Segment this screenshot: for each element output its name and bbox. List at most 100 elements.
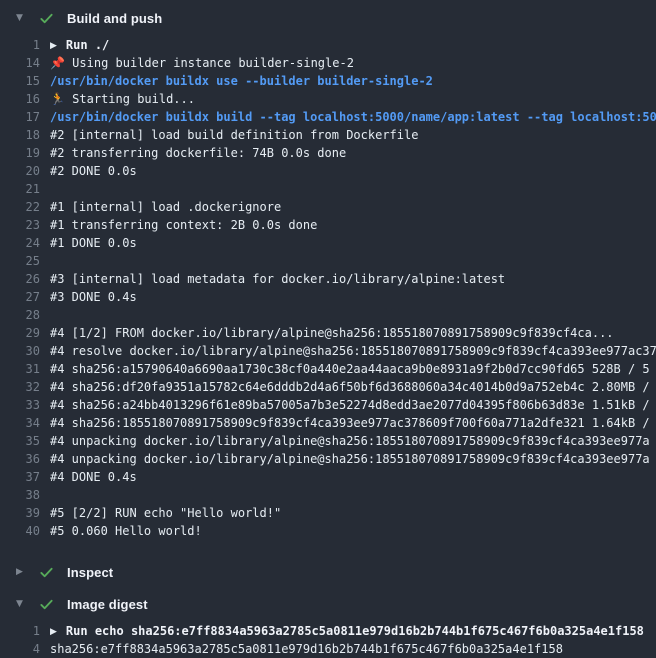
log-text: ▶ Run ./ [50,36,109,54]
log-line: 38 [0,486,656,504]
log-line: 28 [0,306,656,324]
log-line: 21 [0,180,656,198]
line-number-link[interactable]: 23 [0,216,40,234]
log-text: #3 DONE 0.4s [50,288,137,306]
chevron-right-icon[interactable]: ▶ [16,567,26,577]
section-gap [0,550,656,562]
line-number-link[interactable]: 34 [0,414,40,432]
log-line: 25 [0,252,656,270]
log-line: 33 #4 sha256:a24bb4013296f61e89ba57005a7b… [0,396,656,414]
section-header-inspect[interactable]: ▶Inspect [0,562,656,582]
log-line: 4 sha256:e7ff8834a5963a2785c5a0811e979d16… [0,640,656,658]
log-lines-build-and-push: 1 ▶ Run ./ 14 📌 Using builder instance build… [0,36,656,540]
log-line: 36 #4 unpacking docker.io/library/alpine@… [0,450,656,468]
line-number-link[interactable]: 1 [0,36,40,54]
log-text: #2 [internal] load build definition from… [50,126,418,144]
line-number-link[interactable]: 20 [0,162,40,180]
line-number-link[interactable]: 21 [0,180,40,198]
log-lines-image-digest: 1 ▶ Run echo sha256:e7ff8834a5963a2785c5a0… [0,622,656,658]
log-text: #4 sha256:a15790640a6690aa1730c38cf0a440… [50,360,650,378]
log-text: #5 0.060 Hello world! [50,522,202,540]
log-line: 34 #4 sha256:185518070891758909c9f839cf4c… [0,414,656,432]
section-title: Image digest [67,597,148,612]
log-line: 22 #1 [internal] load .dockerignore [0,198,656,216]
log-text: Run echo sha256:e7ff8834a5963a2785c5a081… [66,624,644,638]
line-number-link[interactable]: 28 [0,306,40,324]
log-command-text: /usr/bin/docker buildx build --tag local… [50,108,656,126]
line-number-link[interactable]: 19 [0,144,40,162]
log-text: 📌 Using builder instance builder-single-… [50,54,354,72]
line-number-link[interactable]: 35 [0,432,40,450]
line-number-link[interactable]: 16 [0,90,40,108]
line-number-link[interactable]: 40 [0,522,40,540]
log-text: #4 sha256:185518070891758909c9f839cf4ca3… [50,414,650,432]
line-number-link[interactable]: 33 [0,396,40,414]
log-line: 23 #1 transferring context: 2B 0.0s done [0,216,656,234]
log-text: #1 transferring context: 2B 0.0s done [50,216,317,234]
success-check-icon [39,565,54,580]
log-line: 17/usr/bin/docker buildx build --tag loc… [0,108,656,126]
log-line: 32 #4 sha256:df20fa9351a15782c64e6dddb2d4… [0,378,656,396]
group-toggle-icon[interactable]: ▶ [50,37,57,54]
log-line: 26 #3 [internal] load metadata for docker… [0,270,656,288]
log-line: 31 #4 sha256:a15790640a6690aa1730c38cf0a4… [0,360,656,378]
line-number-link[interactable]: 38 [0,486,40,504]
line-number-link[interactable]: 31 [0,360,40,378]
group-toggle-icon[interactable]: ▶ [50,623,57,640]
line-number-link[interactable]: 17 [0,108,40,126]
log-line: 40 #5 0.060 Hello world! [0,522,656,540]
log-text: #4 unpacking docker.io/library/alpine@sh… [50,432,650,450]
line-number-link[interactable]: 4 [0,640,40,658]
line-number-link[interactable]: 25 [0,252,40,270]
actions-log-viewer: ▼Build and push1▶Run ./14📌 Using builder… [0,0,656,658]
success-check-icon [39,11,54,26]
section-gap [0,582,656,594]
line-number-link[interactable]: 14 [0,54,40,72]
log-text: #2 transferring dockerfile: 74B 0.0s don… [50,144,346,162]
log-text: #4 unpacking docker.io/library/alpine@sh… [50,450,650,468]
line-number-link[interactable]: 30 [0,342,40,360]
log-text: #4 DONE 0.4s [50,468,137,486]
section-header-build-and-push[interactable]: ▼ Build and push [0,8,656,28]
line-number-link[interactable]: 37 [0,468,40,486]
log-line: 14 📌 Using builder instance builder-singl… [0,54,656,72]
log-line: 37 #4 DONE 0.4s [0,468,656,486]
log-text: #1 [internal] load .dockerignore [50,198,281,216]
log-line: 19 #2 transferring dockerfile: 74B 0.0s d… [0,144,656,162]
line-number-link[interactable]: 26 [0,270,40,288]
line-number-link[interactable]: 27 [0,288,40,306]
chevron-down-icon[interactable]: ▼ [16,13,26,23]
line-number-link[interactable]: 18 [0,126,40,144]
log-line: 35 #4 unpacking docker.io/library/alpine@… [0,432,656,450]
log-text: #1 DONE 0.0s [50,234,137,252]
line-number-link[interactable]: 1 [0,622,40,640]
section-title: Build and push [67,11,162,26]
log-line: 30#4 resolve docker.io/library/alpine@sh… [0,342,656,360]
log-text: Run ./ [66,38,109,52]
log-line: 1 ▶ Run ./ [0,36,656,54]
log-text: ▶ Run echo sha256:e7ff8834a5963a2785c5a08… [50,622,644,640]
log-text: #4 sha256:df20fa9351a15782c64e6dddb2d4a6… [50,378,650,396]
log-text: #3 [internal] load metadata for docker.i… [50,270,505,288]
log-line: 16 🏃 Starting build... [0,90,656,108]
line-number-link[interactable]: 36 [0,450,40,468]
log-line: 1 ▶ Run echo sha256:e7ff8834a5963a2785c5a0… [0,622,656,640]
log-text: 🏃 Starting build... [50,90,195,108]
log-line: 24 #1 DONE 0.0s [0,234,656,252]
line-number-link[interactable]: 24 [0,234,40,252]
line-number-link[interactable]: 32 [0,378,40,396]
log-line: 15/usr/bin/docker buildx use --builder b… [0,72,656,90]
log-command-text: /usr/bin/docker buildx use --builder bui… [50,72,433,90]
section-header-image-digest[interactable]: ▼ Image digest [0,594,656,614]
log-line: 29#4 [1/2] FROM docker.io/library/alpine… [0,324,656,342]
line-number-link[interactable]: 39 [0,504,40,522]
line-number-link[interactable]: 15 [0,72,40,90]
log-text: #4 sha256:a24bb4013296f61e89ba57005a7b3e… [50,396,650,414]
log-text: sha256:e7ff8834a5963a2785c5a0811e979d16b… [50,640,563,658]
log-text: #5 [2/2] RUN echo "Hello world!" [50,504,281,522]
chevron-down-icon[interactable]: ▼ [16,599,26,609]
log-line: 20 #2 DONE 0.0s [0,162,656,180]
log-text: #2 DONE 0.0s [50,162,137,180]
line-number-link[interactable]: 29 [0,324,40,342]
line-number-link[interactable]: 22 [0,198,40,216]
